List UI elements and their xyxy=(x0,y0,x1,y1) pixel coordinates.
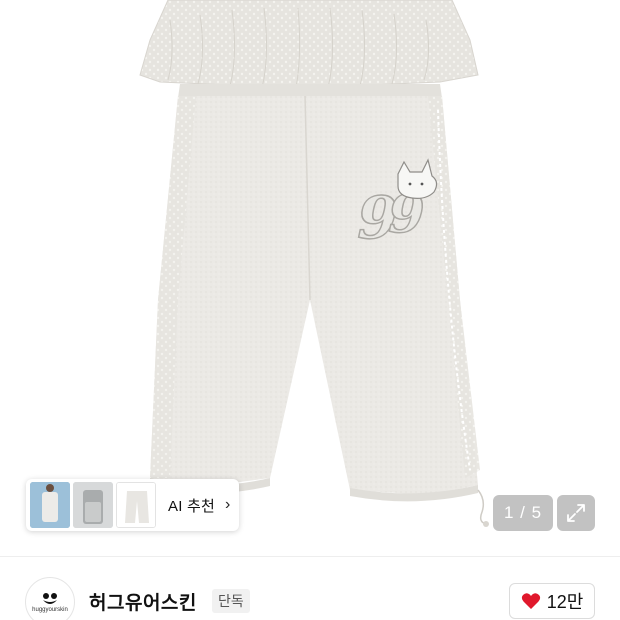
brand-logo[interactable]: huggyourskin xyxy=(25,577,75,620)
product-main-image[interactable]: 9 9 xyxy=(0,0,620,556)
thumbnail-image xyxy=(117,483,155,527)
image-page-counter: 1 / 5 xyxy=(493,495,553,531)
thumbnail-model-back[interactable] xyxy=(73,482,113,528)
brand-mark-icon xyxy=(43,592,57,604)
thumbnail-image xyxy=(73,482,113,528)
thumbnail-model-front[interactable] xyxy=(30,482,70,528)
brand-logo-text: huggyourskin xyxy=(32,606,68,613)
expand-button[interactable] xyxy=(557,495,595,531)
like-count: 12만 xyxy=(546,592,584,612)
brand-name[interactable]: 허그유어스킨 xyxy=(89,588,197,615)
brand-row: huggyourskin 허그유어스킨 단독 12만 xyxy=(0,557,620,620)
thumbnail-image xyxy=(30,482,70,528)
chevron-right-icon: › xyxy=(224,496,231,513)
pants-photo: 9 9 xyxy=(139,0,489,527)
thumbnail-product-flat[interactable] xyxy=(116,482,156,528)
ai-recommend-button[interactable]: AI 추천 › xyxy=(168,482,230,528)
expand-icon xyxy=(567,504,585,522)
thumbnail-strip: AI 추천 › xyxy=(26,479,239,531)
exclusive-badge: 단독 xyxy=(212,589,250,613)
heart-icon xyxy=(521,593,540,609)
ai-recommend-label: AI 추천 xyxy=(168,497,215,515)
like-button[interactable]: 12만 xyxy=(509,583,595,619)
